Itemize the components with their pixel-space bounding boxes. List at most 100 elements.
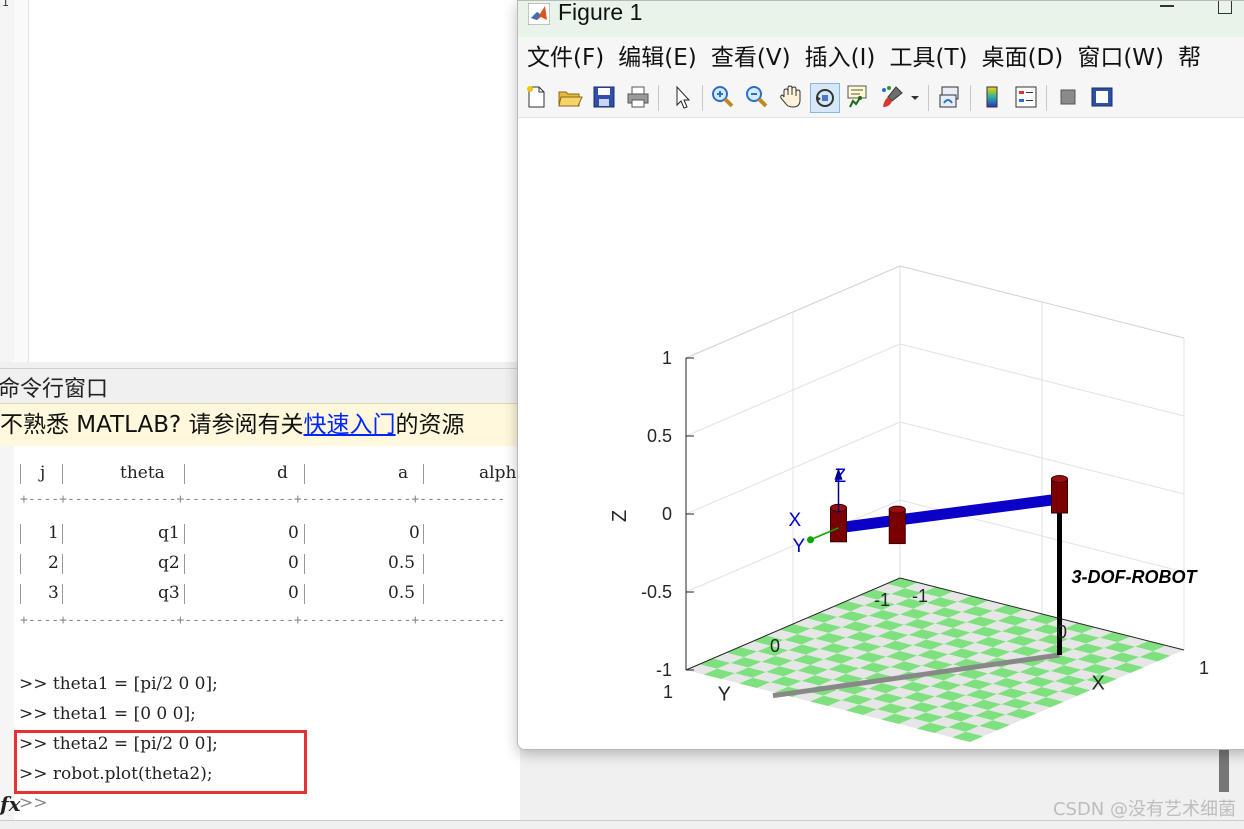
command-line: >> theta1 = [pi/2 0 0]; <box>19 674 218 694</box>
show-plot-tools-icon[interactable] <box>1088 83 1116 111</box>
minimize-button[interactable] <box>1160 5 1174 7</box>
table-cell: 0 <box>288 583 299 603</box>
tip-text-suffix: 的资源 <box>395 412 465 438</box>
frame-z-label: Z <box>835 466 847 487</box>
chevron-down-icon[interactable] <box>908 83 922 111</box>
toolbar-separator <box>970 85 971 111</box>
table-cell: q3 <box>158 583 180 603</box>
table-cell: 0 <box>288 553 299 573</box>
table-cell: 0.5 <box>388 583 416 603</box>
getting-started-tip: 不熟悉 MATLAB? 请参阅有关快速入门的资源 <box>0 403 520 447</box>
menu-desktop[interactable]: 桌面(D) <box>982 37 1064 79</box>
hide-plot-tools-icon[interactable] <box>1054 83 1082 111</box>
menu-edit[interactable]: 编辑(E) <box>618 37 696 79</box>
matlab-logo-icon <box>528 3 550 25</box>
menu-insert[interactable]: 插入(I) <box>805 37 876 79</box>
figure-toolbar <box>518 79 1244 118</box>
zoom-out-icon[interactable] <box>742 83 770 111</box>
scrollbar-thumb[interactable] <box>1219 748 1229 792</box>
z-tick-label: 1 <box>662 348 672 368</box>
quick-start-link[interactable]: 快速入门 <box>304 412 396 438</box>
y-axis-label: Y <box>718 684 731 706</box>
brush-icon[interactable] <box>878 83 906 111</box>
robot-3d-plot[interactable]: -1-0.500.51-101-101ZY XXYZ3-DOF-ROBOT <box>518 118 1244 749</box>
menu-view[interactable]: 查看(V) <box>711 37 791 79</box>
rotate-3d-icon[interactable] <box>810 83 840 113</box>
figure-menubar: 文件(F) 编辑(E) 查看(V) 插入(I) 工具(T) 桌面(D) 窗口(W… <box>518 37 1244 79</box>
table-header: alph <box>479 463 517 483</box>
new-figure-icon[interactable] <box>522 83 550 111</box>
editor-area[interactable]: 1 <box>0 0 520 362</box>
print-icon[interactable] <box>624 83 652 111</box>
pan-icon[interactable] <box>776 83 804 111</box>
open-file-icon[interactable] <box>556 83 584 111</box>
editor-gutter: 1 <box>0 0 15 362</box>
zoom-in-icon[interactable] <box>708 83 736 111</box>
watermark: CSDN @没有艺术细菌 <box>1052 799 1236 820</box>
table-rule: +----+--------------+--------------+----… <box>20 492 506 507</box>
table-cell: q2 <box>158 553 180 573</box>
y-tick-label: 0 <box>770 636 780 656</box>
command-window-title: 命令行窗口 <box>0 377 109 402</box>
toolbar-separator <box>658 85 659 111</box>
data-cursor-icon[interactable] <box>844 83 872 111</box>
gridline <box>685 265 1185 359</box>
robot-name-label: 3-DOF-ROBOT <box>1072 567 1199 587</box>
x-axis-label: X <box>1092 673 1105 695</box>
highlight-annotation-box <box>14 730 307 794</box>
command-window-header: 命令行窗口 <box>0 368 520 402</box>
menu-help[interactable]: 帮 <box>1178 37 1201 79</box>
box-edge <box>685 265 1185 359</box>
plot-area[interactable]: -1 -0.5 0 0.5 1 -1 0 1 -1 0 1 Z Y X X Y Z 3-DOF-ROBOT <box>518 118 1244 749</box>
link-plot-icon[interactable] <box>936 83 964 111</box>
z-tick-label: -0.5 <box>641 582 672 602</box>
joint-body <box>1051 478 1068 514</box>
menu-tools[interactable]: 工具(T) <box>889 37 967 79</box>
toolbar-separator <box>702 85 703 111</box>
gridline <box>685 421 1185 515</box>
robot-joint-2 <box>888 505 906 545</box>
gridline <box>685 343 1185 437</box>
table-header: j <box>40 463 46 483</box>
toolbar-separator <box>928 85 929 111</box>
x-tick-label: 1 <box>1199 658 1209 678</box>
robot-joint-3 <box>1051 475 1068 514</box>
tip-text: 不熟悉 MATLAB? 请参阅有关 <box>0 412 304 438</box>
table-cell: 2 <box>48 553 59 573</box>
colorbar-icon[interactable] <box>978 83 1006 111</box>
joint-cap <box>1051 475 1068 483</box>
y-tick-label: -1 <box>874 590 890 610</box>
table-cell: q1 <box>158 523 180 543</box>
frame-y-arrowhead <box>807 536 814 544</box>
table-cell: 0 <box>288 523 299 543</box>
menu-window[interactable]: 窗口(W) <box>1077 37 1164 79</box>
x-tick-label: -1 <box>912 586 928 606</box>
editor-fold-gutter <box>14 0 29 362</box>
z-axis-label: Z <box>609 510 631 522</box>
table-header: d <box>277 463 288 483</box>
save-icon[interactable] <box>590 83 618 111</box>
x-tick-label: 0 <box>1057 622 1067 642</box>
command-prompt[interactable]: >> <box>19 793 48 813</box>
pointer-icon[interactable] <box>668 83 696 111</box>
joint-body <box>888 509 906 545</box>
figure-title: Figure 1 <box>558 0 643 25</box>
command-window-gutter <box>0 446 14 820</box>
legend-icon[interactable] <box>1012 83 1040 111</box>
robot-link <box>833 493 1065 534</box>
function-browser-icon[interactable]: fx <box>0 792 21 816</box>
table-cell: 0.5 <box>388 553 416 573</box>
frame-x-label: X <box>789 510 802 531</box>
z-tick-label: 0.5 <box>647 426 672 446</box>
maximize-button[interactable] <box>1218 1 1232 14</box>
table-cell: 1 <box>48 523 59 543</box>
table-header: a <box>398 463 409 483</box>
table-header: theta <box>120 463 165 483</box>
table-cell: 3 <box>48 583 59 603</box>
z-tick-label: 0 <box>662 504 672 524</box>
table-cell: 0 <box>409 523 420 543</box>
toolbar-separator <box>1046 85 1047 111</box>
figure-window[interactable]: Figure 1 文件(F) 编辑(E) 查看(V) 插入(I) 工具(T) 桌… <box>517 0 1244 750</box>
menu-file[interactable]: 文件(F) <box>527 37 604 79</box>
figure-titlebar[interactable]: Figure 1 <box>518 1 1244 37</box>
